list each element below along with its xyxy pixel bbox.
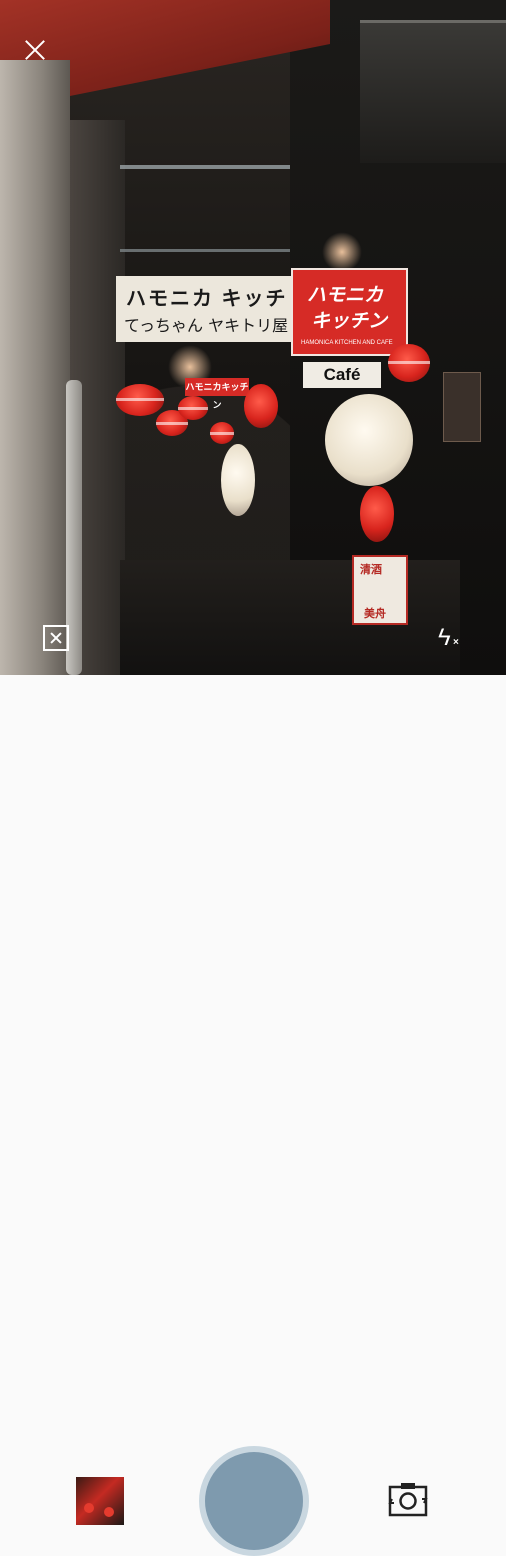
vertical-sake-sign: 清酒 美舟 (352, 555, 408, 625)
red-lantern (244, 384, 278, 428)
red-sign-line1: ハモニカ (307, 285, 384, 306)
flash-bolt-glyph: ϟ (438, 624, 451, 651)
grid-off-icon[interactable] (43, 625, 69, 651)
flash-off-icon[interactable]: ϟ × (436, 625, 466, 655)
white-shop-sign: ハモニカ キッチ てっちゃん ヤキトリ屋 (116, 276, 292, 342)
red-sign-line2: キッチン (311, 311, 388, 332)
small-red-sign: ハモニカキッチン (185, 378, 249, 410)
red-lantern (360, 486, 394, 542)
thumb-lantern (104, 1507, 114, 1517)
balcony (360, 20, 506, 163)
left-wall (0, 60, 70, 675)
red-shop-sign: ハモニカ キッチン HAMONICA KITCHEN AND CAFE (291, 268, 408, 356)
white-lantern (325, 394, 413, 486)
red-sign-small: HAMONICA KITCHEN AND CAFE (301, 340, 393, 346)
red-lantern (210, 422, 234, 444)
white-sign-line2: てっちゃん ヤキトリ屋 (124, 316, 289, 335)
red-lantern (388, 344, 430, 382)
thumb-lantern (84, 1503, 94, 1513)
vertical-sign-bottom: 美舟 (364, 608, 386, 620)
alley-floor (120, 560, 460, 675)
shutter-inner (205, 1452, 303, 1550)
gallery-thumbnail[interactable] (76, 1477, 124, 1525)
close-icon[interactable] (22, 37, 48, 63)
light-glow (322, 232, 362, 272)
red-lantern (116, 384, 164, 416)
camera-viewfinder[interactable]: ハモニカ キッチ てっちゃん ヤキトリ屋 ハモニカ キッチン HAMONICA … (0, 0, 506, 675)
white-sign-line1: ハモニカ キッチ (126, 288, 288, 310)
flash-off-mark: × (453, 637, 459, 648)
dark-wood-sign (443, 372, 481, 442)
cafe-sign: Café (303, 362, 381, 388)
vertical-sign-top: 清酒 (360, 564, 382, 576)
shutter-button[interactable] (199, 1446, 309, 1556)
red-lantern (178, 396, 208, 420)
switch-camera-icon[interactable] (388, 1481, 428, 1521)
white-lantern (221, 444, 255, 516)
camera-controls-bar (0, 675, 506, 1556)
overhead-rail (120, 165, 290, 252)
